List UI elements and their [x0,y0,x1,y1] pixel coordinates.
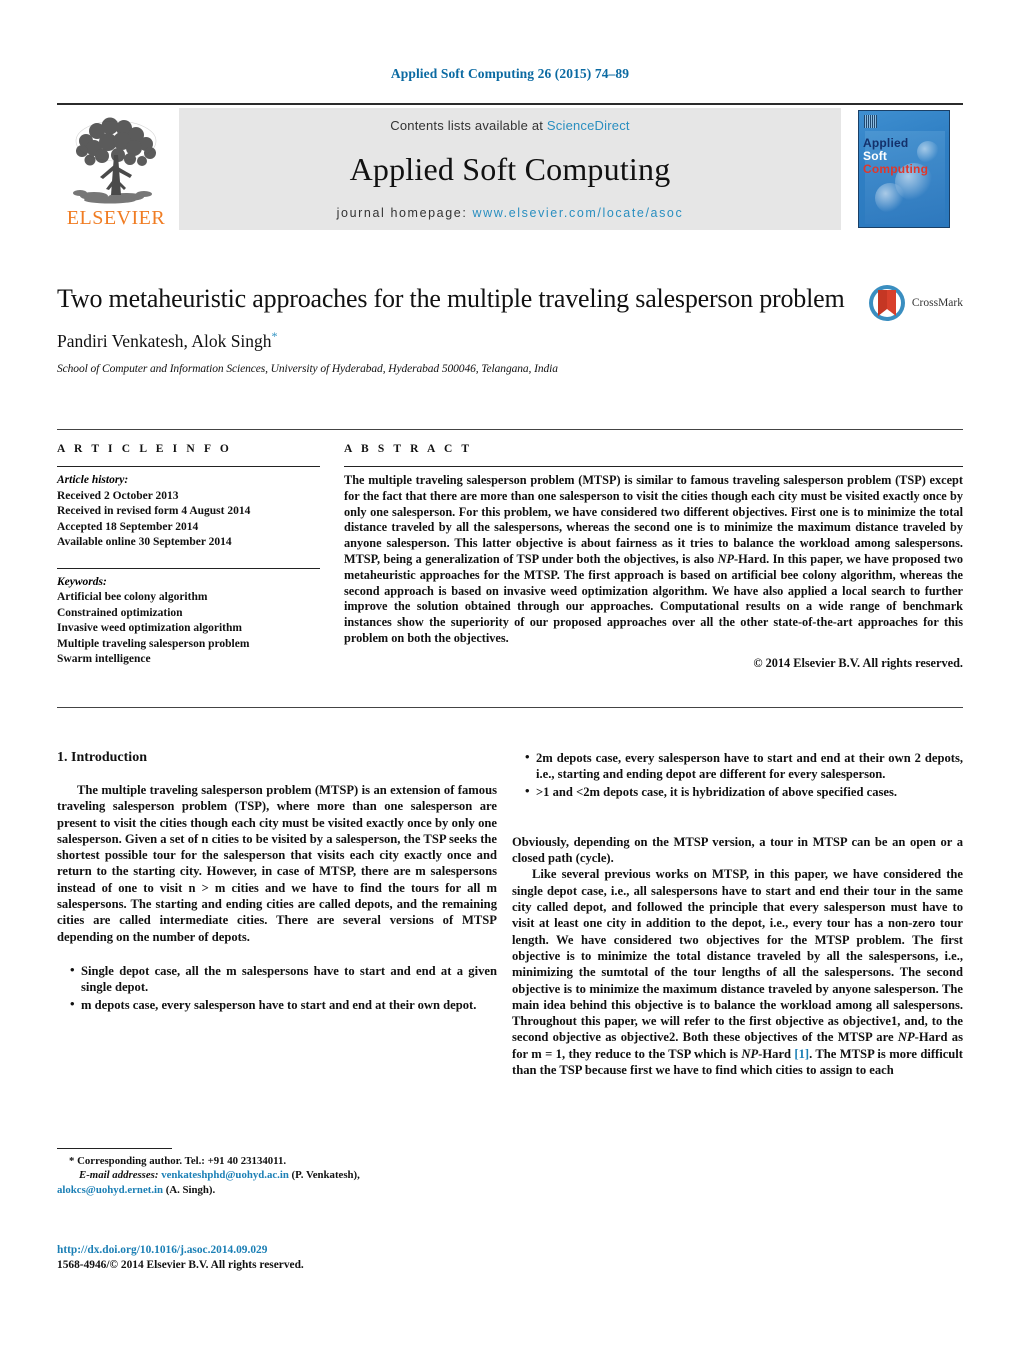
email-line-1: E-mail addresses: venkateshphd@uohyd.ac.… [57,1168,497,1182]
article-info-heading: A R T I C L E I N F O [57,443,232,455]
keyword-item: Invasive weed optimization algorithm [57,622,242,634]
journal-masthead: ELSEVIER Contents lists available at Sci… [57,103,963,230]
email-owner-1: (P. Venkatesh), [288,1169,360,1182]
sciencedirect-link[interactable]: ScienceDirect [547,118,630,133]
email-link-2[interactable]: alokcs@uohyd.ernet.in [57,1184,163,1196]
intro-p3-a: Like several previous works on MTSP, in … [512,867,963,1045]
journal-homepage-link[interactable]: www.elsevier.com/locate/asoc [472,206,683,220]
author-list: Pandiri Venkatesh, Alok Singh* [57,329,963,352]
title-block: Two metaheuristic approaches for the mul… [57,283,963,375]
abstract-section: A B S T R A C T The multiple traveling s… [344,443,963,672]
keywords-divider [57,567,320,569]
intro-paragraph-3: Like several previous works on MTSP, in … [512,866,963,1078]
barcode-icon [864,115,877,128]
reference-link-1[interactable]: [1] [794,1047,809,1061]
divider-above-info [57,429,963,430]
issn-copyright: 1568-4946/© 2014 Elsevier B.V. All right… [57,1259,304,1271]
journal-title: Applied Soft Computing [349,151,671,187]
crossmark-badge[interactable]: CrossMark [867,283,963,323]
crossmark-icon [868,285,905,321]
footnote-divider [57,1148,172,1149]
corresponding-author-text: Corresponding author. Tel.: +91 40 23134… [74,1155,287,1167]
np-italic: NP [897,1030,915,1045]
depot-case-list-part1: Single depot case, all the m salesperson… [57,962,497,1013]
corresponding-author-note: * Corresponding author. Tel.: +91 40 231… [57,1154,497,1168]
keyword-item: Multiple traveling salesperson problem [57,637,250,650]
divider-below-abstract [57,707,963,708]
abstract-divider [344,466,963,467]
body-column-right: 2m depots case, every salesperson have t… [512,749,963,1078]
list-item: >1 and <2m depots case, it is hybridizat… [525,783,963,800]
info-divider [57,466,320,467]
cover-line-computing: Computing [863,162,929,176]
section-heading-introduction: 1. Introduction [57,750,147,765]
contents-list-line: Contents lists available at ScienceDirec… [390,118,629,133]
history-item: Accepted 18 September 2014 [57,520,199,533]
keyword-item: Swarm intelligence [57,653,151,665]
footnote-block: * Corresponding author. Tel.: +91 40 231… [57,1148,497,1197]
body-column-left: 1. Introduction The multiple traveling s… [57,750,497,1014]
abstract-body: The multiple traveling salesperson probl… [344,473,963,647]
list-item: Single depot case, all the m salesperson… [70,962,497,996]
keywords-label: Keywords: [57,575,107,588]
keyword-item: Constrained optimization [57,606,183,619]
page-title: Two metaheuristic approaches for the mul… [57,284,845,313]
intro-paragraph-2: Obviously, depending on the MTSP version… [512,834,963,866]
corresponding-author-marker: * [271,329,278,343]
email-label: E-mail addresses: [79,1169,159,1182]
email-line-2: alokcs@uohyd.ernet.in (A. Singh). [57,1183,497,1197]
keyword-item: Artificial bee colony algorithm [57,591,208,603]
elsevier-logo: ELSEVIER [57,108,175,230]
elsevier-tree-icon [73,117,157,204]
depot-case-list-part2: 2m depots case, every salesperson have t… [512,749,963,800]
cover-image: Applied Soft Computing [858,110,950,228]
email-owner-2: (A. Singh). [163,1183,216,1196]
intro-paragraph-1: The multiple traveling salesperson probl… [57,783,497,944]
np-italic: NP [717,551,735,566]
doi-block: http://dx.doi.org/10.1016/j.asoc.2014.09… [57,1243,497,1273]
journal-cover-thumbnail[interactable]: Applied Soft Computing [845,108,963,230]
list-item: 2m depots case, every salesperson have t… [525,749,963,783]
article-history-label: Article history: [57,474,129,486]
history-item: Received 2 October 2013 [57,489,179,502]
intro-p3-c: -Hard [758,1046,795,1061]
crossmark-label: CrossMark [911,297,963,309]
history-item: Received in revised form 4 August 2014 [57,505,251,517]
homepage-prefix: journal homepage: [336,206,473,220]
article-info-section: A R T I C L E I N F O Article history: R… [57,443,320,668]
contents-prefix: Contents lists available at [390,118,547,133]
abstract-heading: A B S T R A C T [344,443,473,455]
history-item: Available online 30 September 2014 [57,536,232,548]
list-item: m depots case, every salesperson have to… [70,996,497,1013]
np-italic: NP [741,1046,759,1061]
email-link-1[interactable]: venkateshphd@uohyd.ac.in [161,1169,289,1181]
running-head: Applied Soft Computing 26 (2015) 74–89 [390,66,630,81]
author-names: Pandiri Venkatesh, Alok Singh [57,330,272,351]
paper-page: Applied Soft Computing 26 (2015) 74–89 E… [0,0,1020,1351]
abstract-copyright: © 2014 Elsevier B.V. All rights reserved… [753,655,963,670]
elsevier-wordmark: ELSEVIER [66,207,166,229]
journal-band: Contents lists available at ScienceDirec… [179,108,841,230]
journal-homepage-line: journal homepage: www.elsevier.com/locat… [337,206,684,220]
doi-link[interactable]: http://dx.doi.org/10.1016/j.asoc.2014.09… [57,1243,497,1258]
affiliation: School of Computer and Information Scien… [57,362,558,375]
